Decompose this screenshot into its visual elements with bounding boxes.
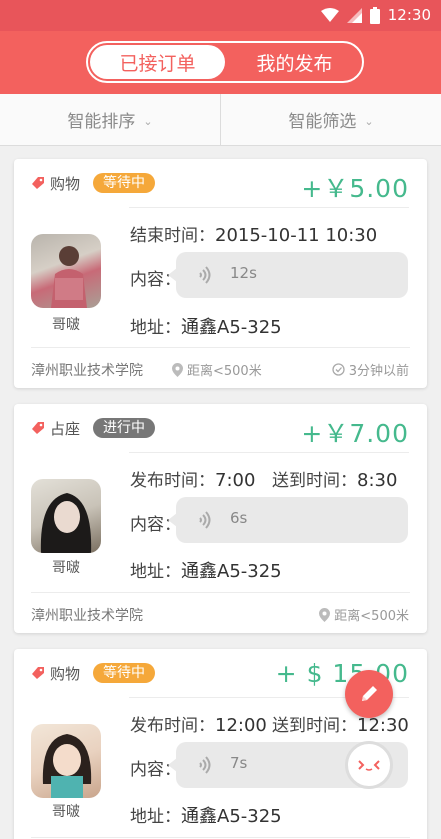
avatar[interactable]	[31, 724, 101, 798]
address-label: 地址：	[130, 807, 181, 827]
deliver-time-value: 12:30	[357, 715, 409, 736]
new-post-button[interactable]	[345, 670, 393, 718]
chevron-down-icon: ⌄	[143, 115, 153, 128]
pencil-icon	[362, 686, 377, 701]
voice-duration: 12s	[230, 264, 257, 282]
tag-icon	[32, 422, 44, 434]
address-label: 地址：	[130, 562, 181, 582]
chevron-down-icon: ⌄	[364, 115, 374, 128]
sort-dropdown[interactable]: 智能排序 ⌄	[0, 94, 220, 145]
school-name: 漳州职业技术学院	[31, 363, 143, 379]
address-value: 通鑫A5-325	[181, 317, 282, 338]
filter-bar: 智能排序 ⌄ 智能筛选 ⌄	[0, 94, 441, 146]
post-time-label: 发布时间：	[130, 471, 215, 491]
voice-wave-icon	[199, 511, 211, 529]
tag-icon	[32, 177, 44, 189]
divider	[31, 592, 410, 593]
filter-dropdown[interactable]: 智能筛选 ⌄	[220, 94, 441, 145]
post-time-row: 发布时间：7:00	[130, 466, 255, 491]
deliver-time-value: 8:30	[357, 470, 398, 491]
tab-accepted-orders[interactable]: 已接订单	[90, 45, 225, 79]
address-value: 通鑫A5-325	[181, 806, 282, 827]
divider	[129, 207, 409, 208]
address-label: 地址：	[130, 318, 181, 338]
voice-message[interactable]: 6s	[168, 497, 408, 543]
segmented-tabs: 已接订单 我的发布	[86, 41, 364, 83]
address-row: 地址：通鑫A5-325	[130, 557, 282, 583]
voice-duration: 6s	[230, 509, 248, 527]
voice-wave-icon	[199, 756, 211, 774]
location-pin-icon	[319, 607, 331, 622]
price: +￥7.00	[301, 419, 409, 448]
voice-duration: 7s	[230, 754, 248, 772]
status-badge: 等待中	[93, 173, 155, 193]
end-time-value: 2015-10-11 10:30	[215, 225, 378, 246]
end-time-label: 结束时间：	[130, 226, 215, 246]
voice-message[interactable]: 12s	[168, 252, 408, 298]
deliver-time-row: 送到时间：12:30	[272, 711, 409, 736]
distance: 距离<500米	[319, 605, 409, 624]
wifi-icon	[320, 8, 339, 22]
post-time-label: 发布时间：	[130, 716, 215, 736]
status-icons: 12:30	[320, 6, 431, 24]
person-photo	[51, 246, 87, 308]
time-ago: 3分钟以前	[332, 360, 409, 379]
end-time-row: 结束时间：2015-10-11 10:30	[130, 221, 377, 246]
location-pin-icon	[172, 362, 183, 377]
deliver-time-row: 送到时间：8:30	[272, 466, 397, 491]
deliver-time-label: 送到时间：	[272, 716, 357, 736]
clock-icon	[332, 363, 345, 376]
status-badge: 进行中	[93, 418, 155, 438]
address-row: 地址：通鑫A5-325	[130, 802, 282, 828]
distance-text: 距离<500米	[334, 609, 409, 624]
order-card[interactable]: 购物 等待中 +￥5.00 哥啵 结束时间：2015-10-11 10:30 内…	[14, 159, 427, 388]
divider	[129, 452, 409, 453]
address-value: 通鑫A5-325	[181, 561, 282, 582]
school-name: 漳州职业技术学院	[31, 608, 143, 624]
person-photo	[42, 734, 92, 798]
divider	[31, 837, 410, 838]
category-label: 购物	[50, 665, 81, 683]
distance: 距离<500米	[172, 360, 262, 379]
app-header: 已接订单 我的发布	[0, 31, 441, 94]
tab-my-posts[interactable]: 我的发布	[227, 43, 362, 81]
voice-wave-icon	[199, 266, 211, 284]
category-label: 占座	[50, 420, 81, 438]
username: 哥啵	[52, 317, 80, 333]
category-label: 购物	[50, 175, 81, 193]
distance-text: 距离<500米	[187, 364, 262, 379]
assistant-float-button[interactable]	[345, 741, 393, 789]
username: 哥啵	[52, 560, 80, 576]
time-ago-text: 3分钟以前	[348, 364, 409, 379]
avatar[interactable]	[31, 479, 101, 553]
post-time-row: 发布时间：12:00	[130, 711, 267, 736]
battery-icon	[369, 6, 380, 24]
order-card[interactable]: 占座 进行中 +￥7.00 哥啵 发布时间：7:00 送到时间：8:30 内容：…	[14, 404, 427, 633]
avatar[interactable]	[31, 234, 101, 308]
tag-icon	[32, 667, 44, 679]
post-time-value: 12:00	[215, 715, 267, 736]
deliver-time-label: 送到时间：	[272, 471, 357, 491]
filter-label: 智能筛选	[288, 112, 357, 132]
price: +￥5.00	[301, 174, 409, 203]
status-time: 12:30	[387, 6, 431, 24]
signal-icon	[346, 7, 362, 23]
username: 哥啵	[52, 804, 80, 820]
face-icon	[358, 760, 380, 771]
address-row: 地址：通鑫A5-325	[130, 313, 282, 339]
status-badge: 等待中	[93, 663, 155, 683]
person-photo	[40, 493, 92, 553]
divider	[31, 347, 410, 348]
status-bar: 12:30	[0, 0, 441, 31]
sort-label: 智能排序	[67, 112, 136, 132]
post-time-value: 7:00	[215, 470, 256, 491]
